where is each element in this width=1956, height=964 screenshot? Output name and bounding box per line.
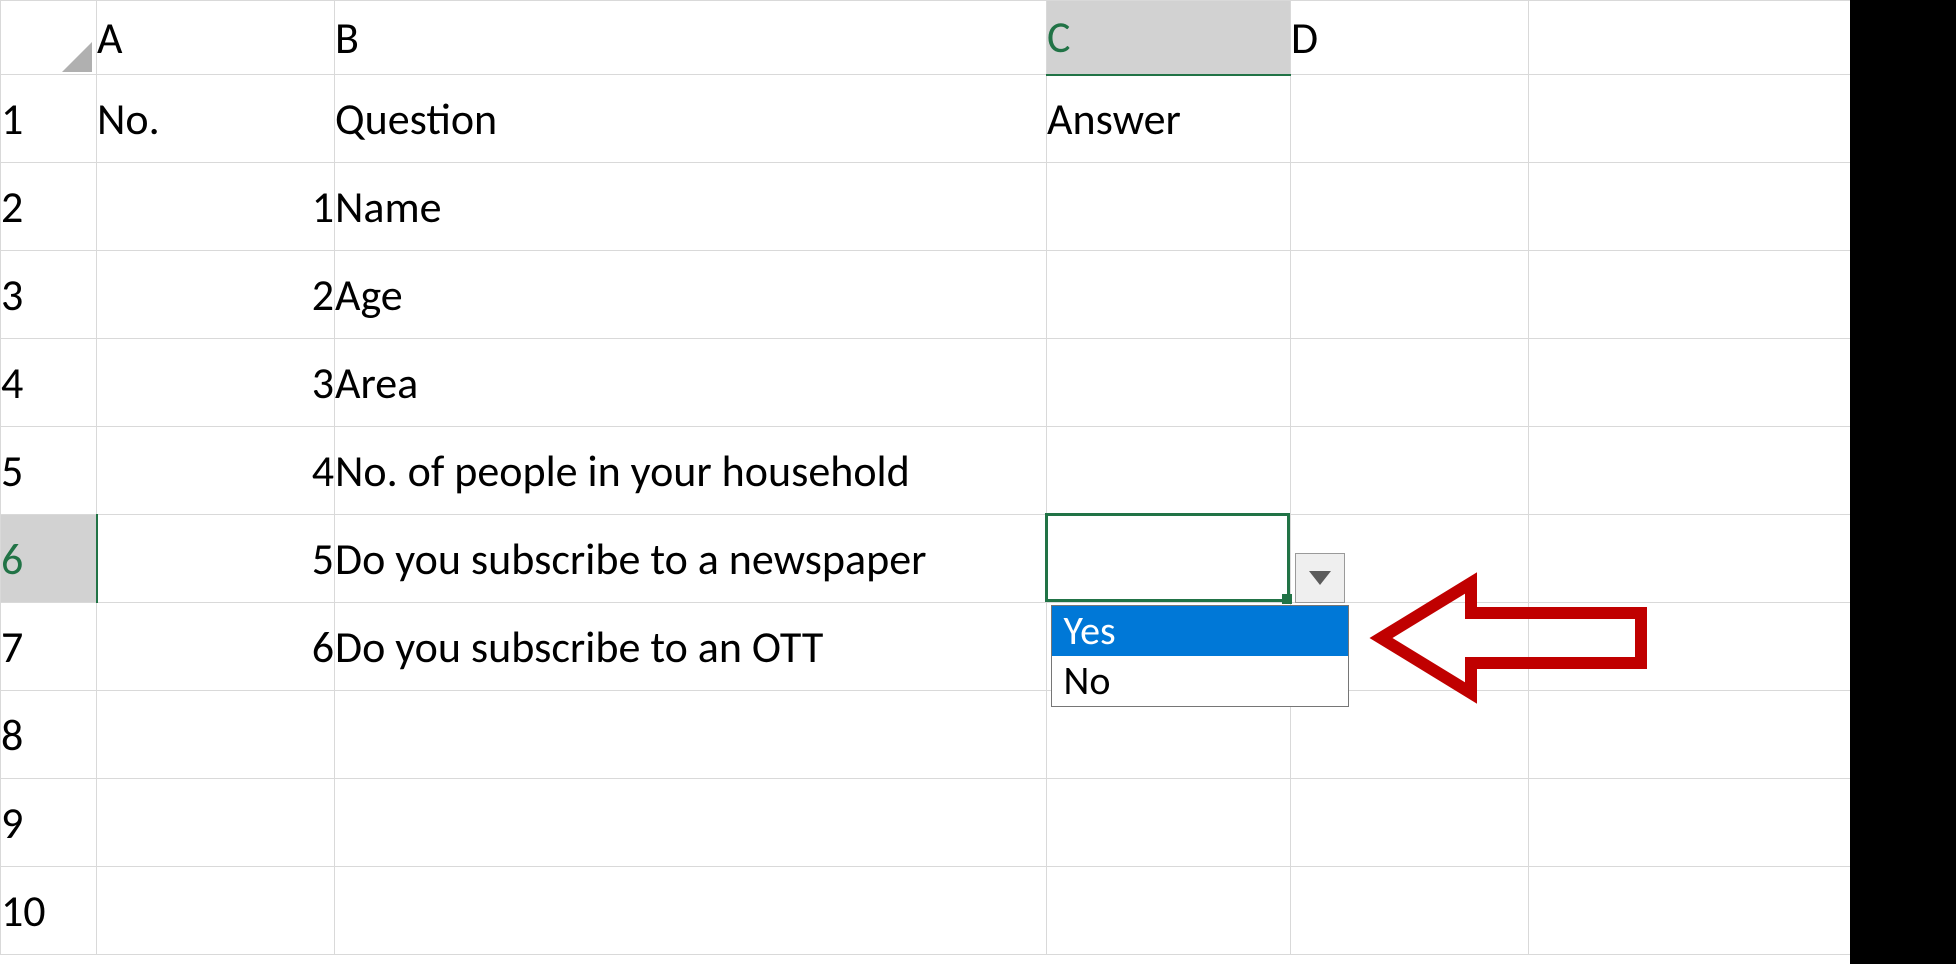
cell-D5[interactable] (1291, 427, 1529, 515)
cell-B7[interactable]: Do you subscribe to an OTT (335, 603, 1047, 691)
cell-B2[interactable]: Name (335, 163, 1047, 251)
dropdown-option-yes[interactable]: Yes (1052, 606, 1348, 656)
cell-C6[interactable] (1047, 515, 1291, 603)
row-3: 3 2 Age (1, 251, 1956, 339)
cell-C10[interactable] (1047, 867, 1291, 955)
cell-B1[interactable]: Question (335, 75, 1047, 163)
cell-C4[interactable] (1047, 339, 1291, 427)
cell-A10[interactable] (97, 867, 335, 955)
cell-A5[interactable]: 4 (97, 427, 335, 515)
data-validation-dropdown-list[interactable]: Yes No (1051, 605, 1349, 707)
col-header-D[interactable]: D (1291, 1, 1529, 75)
cell-D10[interactable] (1291, 867, 1529, 955)
col-header-C[interactable]: C (1047, 1, 1291, 75)
cell-A9[interactable] (97, 779, 335, 867)
row-4: 4 3 Area (1, 339, 1956, 427)
cell-B4[interactable]: Area (335, 339, 1047, 427)
cell-B10[interactable] (335, 867, 1047, 955)
row-7: 7 6 Do you subscribe to an OTT (1, 603, 1956, 691)
cell-A2[interactable]: 1 (97, 163, 335, 251)
worksheet-grid[interactable]: A B C D 1 No. Question Answer 2 1 Name (0, 0, 1956, 955)
cell-C2[interactable] (1047, 163, 1291, 251)
cell-A4[interactable]: 3 (97, 339, 335, 427)
row-header-8[interactable]: 8 (1, 691, 97, 779)
cell-D1[interactable] (1291, 75, 1529, 163)
row-1: 1 No. Question Answer (1, 75, 1956, 163)
row-6: 6 5 Do you subscribe to a newspaper (1, 515, 1956, 603)
row-2: 2 1 Name (1, 163, 1956, 251)
cell-A6[interactable]: 5 (97, 515, 335, 603)
select-all-corner[interactable] (1, 1, 97, 75)
cell-A7[interactable]: 6 (97, 603, 335, 691)
column-header-row: A B C D (1, 1, 1956, 75)
row-header-7[interactable]: 7 (1, 603, 97, 691)
row-header-4[interactable]: 4 (1, 339, 97, 427)
col-header-B[interactable]: B (335, 1, 1047, 75)
cell-A3[interactable]: 2 (97, 251, 335, 339)
row-header-3[interactable]: 3 (1, 251, 97, 339)
row-8: 8 (1, 691, 1956, 779)
data-validation-dropdown-button[interactable] (1295, 553, 1345, 603)
grid-wrap: A B C D 1 No. Question Answer 2 1 Name (0, 0, 1956, 964)
cell-C9[interactable] (1047, 779, 1291, 867)
cell-B3[interactable]: Age (335, 251, 1047, 339)
spreadsheet-viewport: A B C D 1 No. Question Answer 2 1 Name (0, 0, 1956, 964)
cell-C1[interactable]: Answer (1047, 75, 1291, 163)
right-black-bar (1850, 0, 1956, 964)
cell-B5[interactable]: No. of people in your household (335, 427, 1047, 515)
cell-C5[interactable] (1047, 427, 1291, 515)
col-header-A[interactable]: A (97, 1, 335, 75)
row-header-9[interactable]: 9 (1, 779, 97, 867)
cell-C3[interactable] (1047, 251, 1291, 339)
cell-A8[interactable] (97, 691, 335, 779)
cell-A1[interactable]: No. (97, 75, 335, 163)
cell-B6[interactable]: Do you subscribe to a newspaper (335, 515, 1047, 603)
cell-B9[interactable] (335, 779, 1047, 867)
cell-D9[interactable] (1291, 779, 1529, 867)
row-header-10[interactable]: 10 (1, 867, 97, 955)
row-header-5[interactable]: 5 (1, 427, 97, 515)
cell-B8[interactable] (335, 691, 1047, 779)
row-9: 9 (1, 779, 1956, 867)
row-header-1[interactable]: 1 (1, 75, 97, 163)
cell-D4[interactable] (1291, 339, 1529, 427)
chevron-down-icon (1309, 571, 1331, 585)
cell-D3[interactable] (1291, 251, 1529, 339)
row-5: 5 4 No. of people in your household (1, 427, 1956, 515)
row-10: 10 (1, 867, 1956, 955)
row-header-2[interactable]: 2 (1, 163, 97, 251)
dropdown-option-no[interactable]: No (1052, 656, 1348, 706)
cell-D2[interactable] (1291, 163, 1529, 251)
row-header-6[interactable]: 6 (1, 515, 97, 603)
